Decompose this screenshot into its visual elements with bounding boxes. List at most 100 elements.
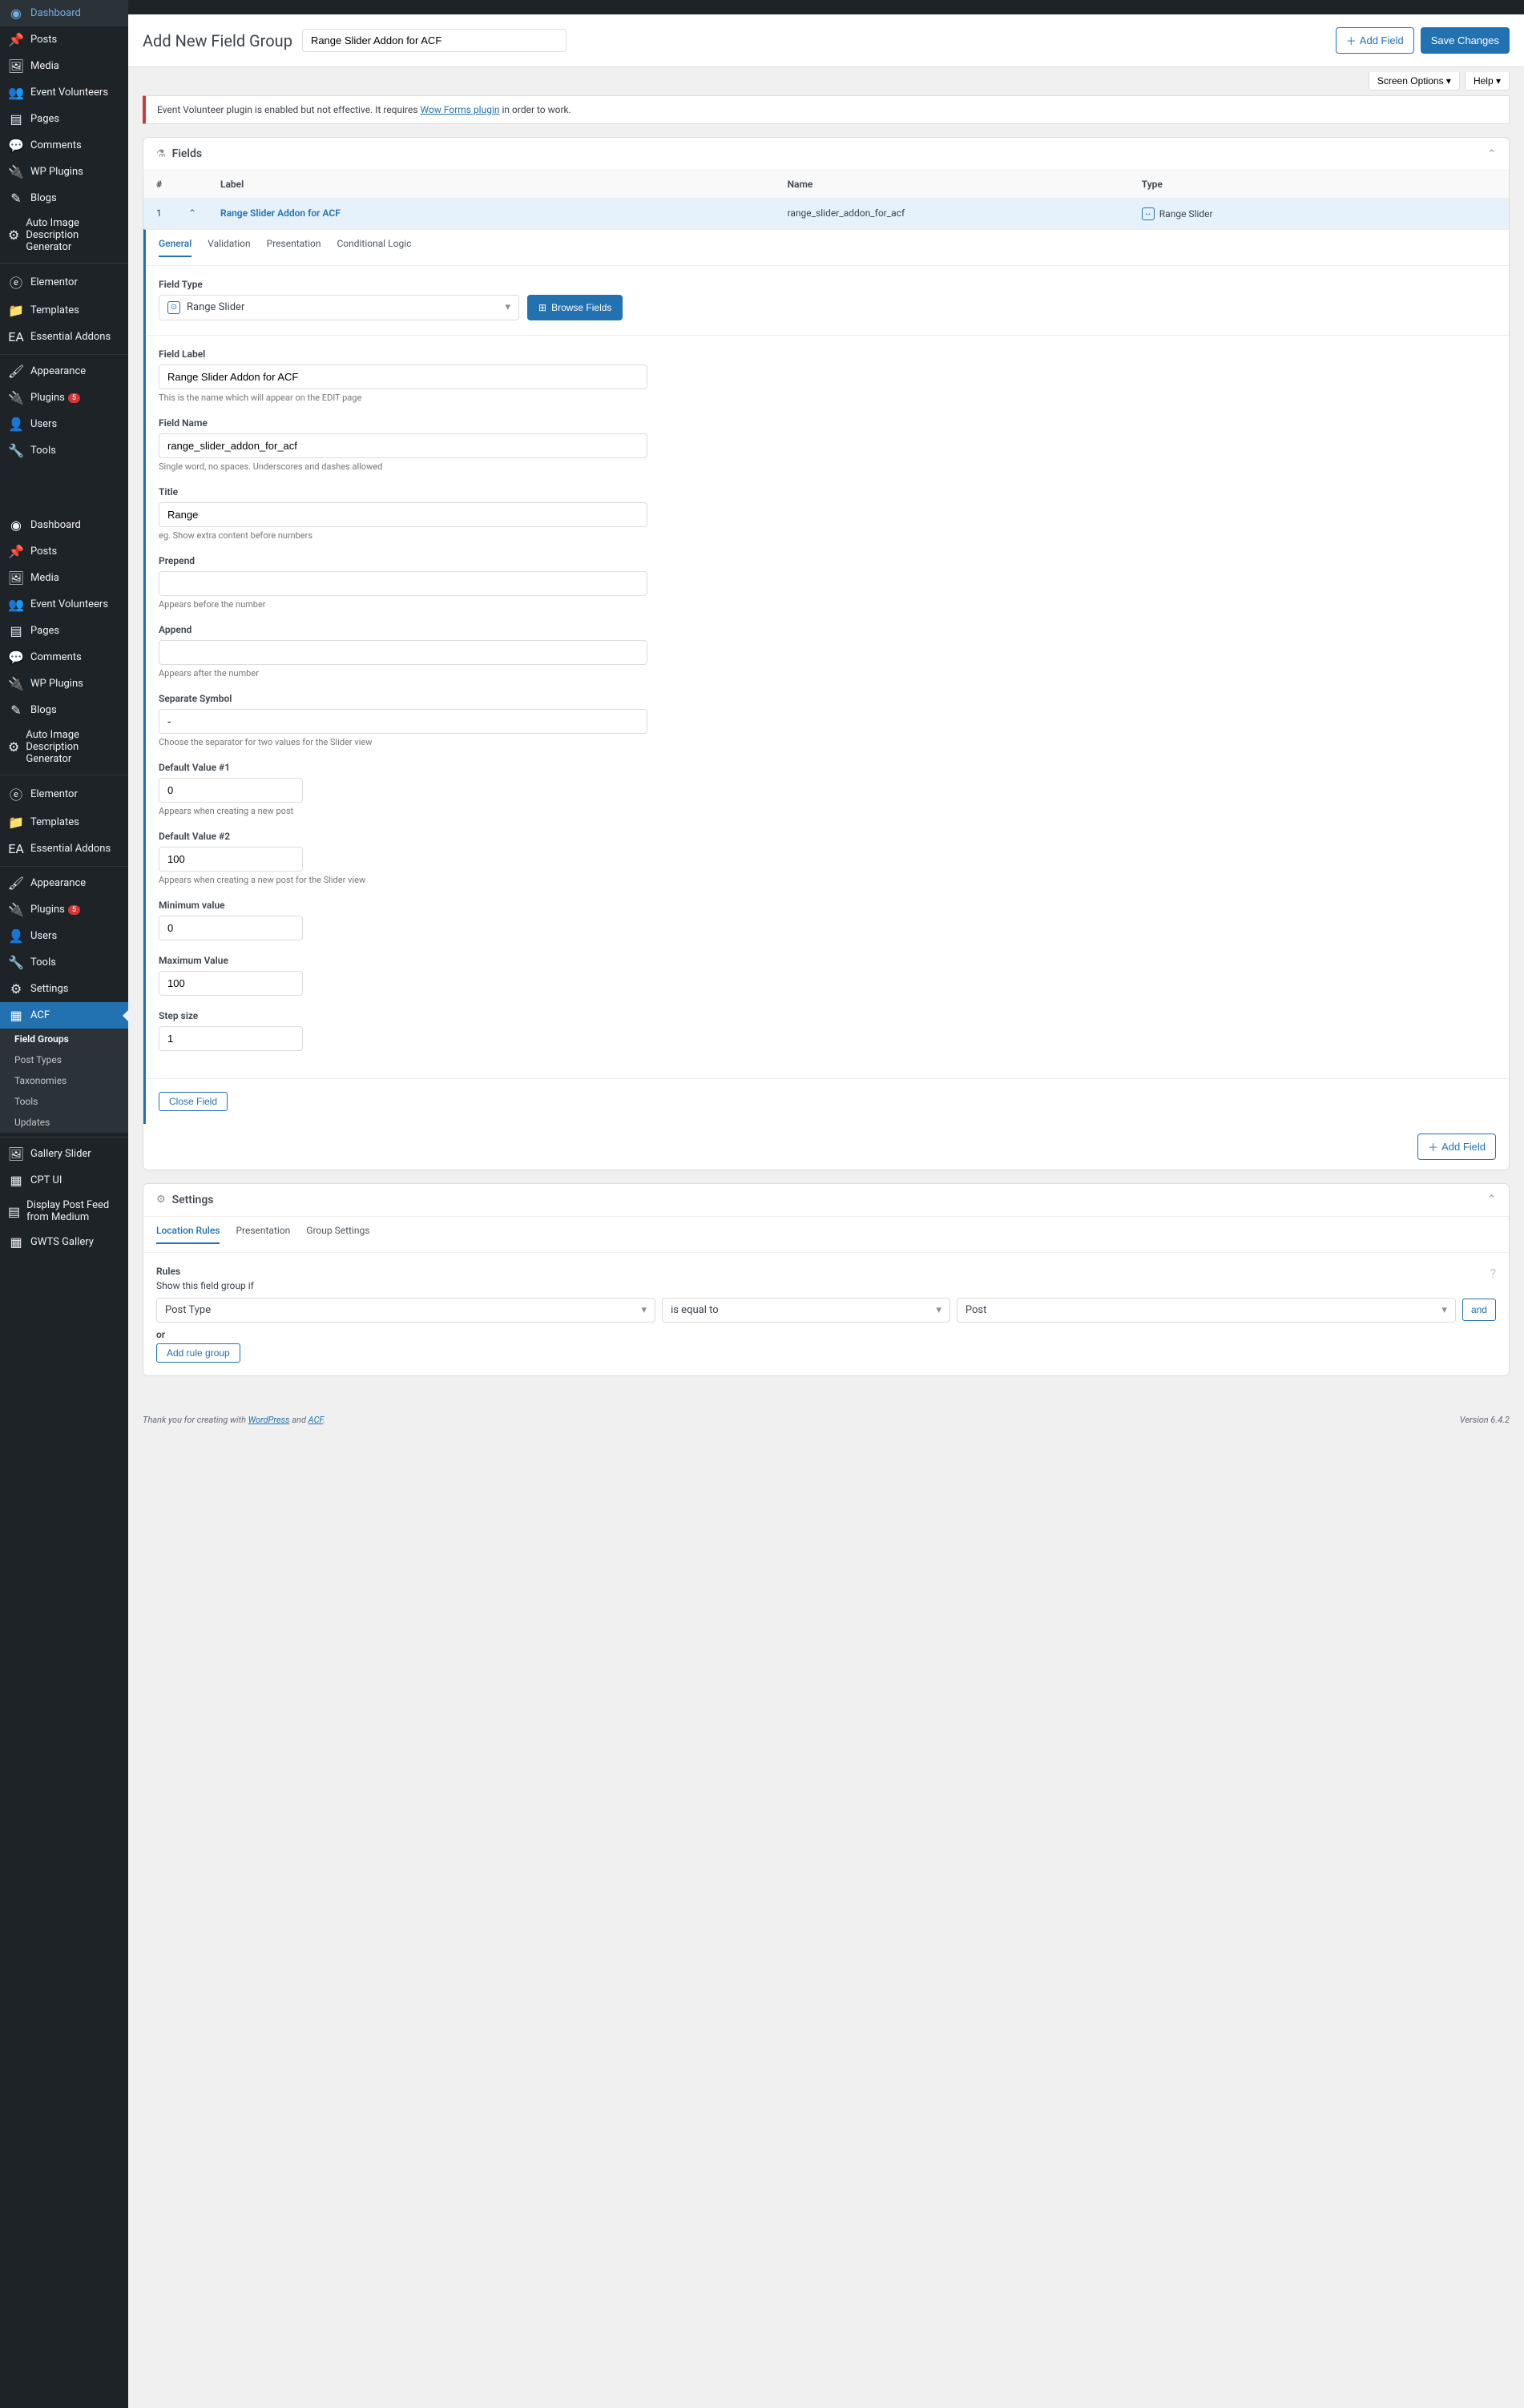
tab-presentation[interactable]: Presentation: [236, 1225, 290, 1244]
rule-value-select[interactable]: Post: [957, 1298, 1456, 1323]
prepend-input[interactable]: [159, 571, 647, 596]
or-label: or: [156, 1329, 1496, 1340]
add-field-button-bottom[interactable]: ＋Add Field: [1417, 1134, 1496, 1160]
chevron-up-icon[interactable]: ⌃: [188, 207, 196, 219]
sidebar-item-media[interactable]: 🖼Media: [0, 53, 128, 79]
sidebar-item-users2[interactable]: 👤Users: [0, 923, 128, 949]
add-rule-group-button[interactable]: Add rule group: [156, 1343, 240, 1363]
step-input[interactable]: [159, 1026, 303, 1051]
sidebar-item-settings[interactable]: ⚙Settings: [0, 976, 128, 1002]
wp-plugins2-icon: 🔌: [8, 676, 24, 691]
sidebar-item-label: Users: [30, 930, 57, 942]
group-title-input[interactable]: [302, 29, 566, 52]
sidebar-item-templates2[interactable]: 📁Templates: [0, 809, 128, 836]
wordpress-link[interactable]: WordPress: [248, 1415, 290, 1425]
sidebar-item-label: Plugins: [30, 904, 65, 916]
field-label-link[interactable]: Range Slider Addon for ACF: [220, 207, 341, 219]
field-row[interactable]: 1 ⌃ Range Slider Addon for ACF range_sli…: [143, 199, 1509, 229]
sidebar-item-comments[interactable]: 💬Comments: [0, 132, 128, 159]
sidebar-item-acf[interactable]: ▦ ACF: [0, 1002, 128, 1029]
field-label-input[interactable]: [159, 364, 647, 389]
browse-fields-button[interactable]: ⊞Browse Fields: [527, 295, 623, 320]
sidebar-item-cpt-ui[interactable]: ▦CPT UI: [0, 1167, 128, 1194]
default2-input[interactable]: [159, 847, 303, 872]
sidebar-item-pages[interactable]: ▤Pages: [0, 106, 128, 132]
sidebar-item-label: Tools: [30, 445, 56, 457]
separate-input[interactable]: [159, 709, 647, 734]
sidebar-sub-field-groups[interactable]: Field Groups: [0, 1029, 128, 1049]
tab-general[interactable]: General: [159, 238, 192, 257]
sidebar-sub-taxonomies[interactable]: Taxonomies: [0, 1070, 128, 1091]
sidebar-sub-tools[interactable]: Tools: [0, 1091, 128, 1112]
sidebar-item-plugins[interactable]: 🔌Plugins5: [0, 385, 128, 411]
rule-param-select[interactable]: Post Type: [156, 1298, 655, 1323]
display-post-feed-icon: ▤: [8, 1204, 20, 1219]
sidebar-item-event-volunteers[interactable]: 👥Event Volunteers: [0, 79, 128, 106]
append-input[interactable]: [159, 640, 647, 665]
sidebar-item-auto-image-desc2[interactable]: ⚙Auto Image Description Generator: [0, 723, 128, 771]
plugins-icon: 🔌: [8, 390, 24, 405]
title-input[interactable]: [159, 502, 647, 527]
tab-presentation[interactable]: Presentation: [267, 238, 321, 257]
event-volunteers2-icon: 👥: [8, 597, 24, 612]
sidebar-item-gwts-gallery[interactable]: ▦GWTS Gallery: [0, 1229, 128, 1255]
sidebar-item-event-volunteers2[interactable]: 👥Event Volunteers: [0, 591, 128, 618]
sidebar-item-plugins2[interactable]: 🔌Plugins5: [0, 896, 128, 923]
sidebar-item-tools[interactable]: 🔧 Tools: [0, 437, 128, 464]
sidebar-item-dashboard2[interactable]: ◉Dashboard: [0, 512, 128, 538]
sidebar-item-label: Dashboard: [30, 7, 81, 19]
sidebar-item-media2[interactable]: 🖼Media: [0, 565, 128, 591]
tab-group-settings[interactable]: Group Settings: [306, 1225, 369, 1244]
tab-location-rules[interactable]: Location Rules: [156, 1225, 220, 1244]
sidebar-item-essential-addons2[interactable]: EAEssential Addons: [0, 836, 128, 862]
collapse-icon[interactable]: ⌃: [1487, 1194, 1496, 1206]
sidebar-item-users[interactable]: 👤Users: [0, 411, 128, 437]
sidebar-item-auto-image-desc[interactable]: ⚙Auto Image Description Generator: [0, 211, 128, 259]
sidebar-item-blogs2[interactable]: ✎Blogs: [0, 697, 128, 723]
default1-input[interactable]: [159, 778, 303, 803]
sidebar-item-elementor2[interactable]: ⓔElementor: [0, 779, 128, 809]
acf-link[interactable]: ACF: [308, 1415, 324, 1425]
sidebar-item-blogs[interactable]: ✎Blogs: [0, 185, 128, 211]
tab-validation[interactable]: Validation: [208, 238, 250, 257]
sidebar-item-display-post-feed[interactable]: ▤Display Post Feed from Medium: [0, 1194, 128, 1229]
sidebar-item-label: Pages: [30, 113, 59, 125]
and-button[interactable]: and: [1462, 1299, 1496, 1321]
rule-operator-select[interactable]: is equal to: [662, 1298, 950, 1323]
sidebar-item-templates[interactable]: 📁Templates: [0, 297, 128, 324]
sidebar-item-appearance2[interactable]: 🖌Appearance: [0, 870, 128, 896]
wow-forms-link[interactable]: Wow Forms plugin: [421, 104, 500, 115]
sidebar-item-comments2[interactable]: 💬Comments: [0, 644, 128, 670]
sidebar-item-pages2[interactable]: ▤Pages: [0, 618, 128, 644]
sidebar-sub-updates[interactable]: Updates: [0, 1112, 128, 1133]
sidebar-item-elementor[interactable]: ⓔElementor: [0, 267, 128, 297]
sidebar-item-posts2[interactable]: 📌Posts: [0, 538, 128, 565]
auto-image-desc2-icon: ⚙: [8, 739, 19, 755]
screen-options-button[interactable]: Screen Options ▾: [1369, 72, 1460, 91]
appearance-icon: 🖌: [8, 364, 24, 379]
help-icon[interactable]: ?: [1490, 1266, 1496, 1281]
tab-conditional-logic[interactable]: Conditional Logic: [337, 238, 411, 257]
sidebar-item-wp-plugins2[interactable]: 🔌WP Plugins: [0, 670, 128, 697]
tools-icon: 🔧: [8, 443, 24, 458]
help-button[interactable]: Help ▾: [1465, 72, 1510, 91]
collapse-icon[interactable]: ⌃: [1487, 148, 1496, 160]
sidebar-sub-post-types[interactable]: Post Types: [0, 1049, 128, 1070]
close-field-button[interactable]: Close Field: [159, 1092, 228, 1111]
field-name-input[interactable]: [159, 433, 647, 458]
sidebar-item-wp-plugins[interactable]: 🔌WP Plugins: [0, 159, 128, 185]
sidebar-item-essential-addons[interactable]: EAEssential Addons: [0, 324, 128, 350]
sidebar-item-label: Comments: [30, 139, 82, 151]
sidebar-item-posts[interactable]: 📌Posts: [0, 26, 128, 53]
field-type-select[interactable]: ⊙ Range Slider: [159, 295, 519, 320]
save-changes-button[interactable]: Save Changes: [1421, 27, 1510, 54]
sidebar-item-gallery-slider[interactable]: 🖼Gallery Slider: [0, 1141, 128, 1167]
update-badge: 5: [68, 905, 80, 915]
min-input[interactable]: [159, 916, 303, 940]
add-field-button[interactable]: ＋Add Field: [1336, 27, 1414, 54]
sidebar-item-appearance[interactable]: 🖌Appearance: [0, 358, 128, 385]
sidebar-item-dashboard[interactable]: ◉Dashboard: [0, 0, 128, 26]
sidebar-item-tools2[interactable]: 🔧Tools: [0, 949, 128, 976]
max-input[interactable]: [159, 971, 303, 996]
wp-plugins-icon: 🔌: [8, 164, 24, 179]
